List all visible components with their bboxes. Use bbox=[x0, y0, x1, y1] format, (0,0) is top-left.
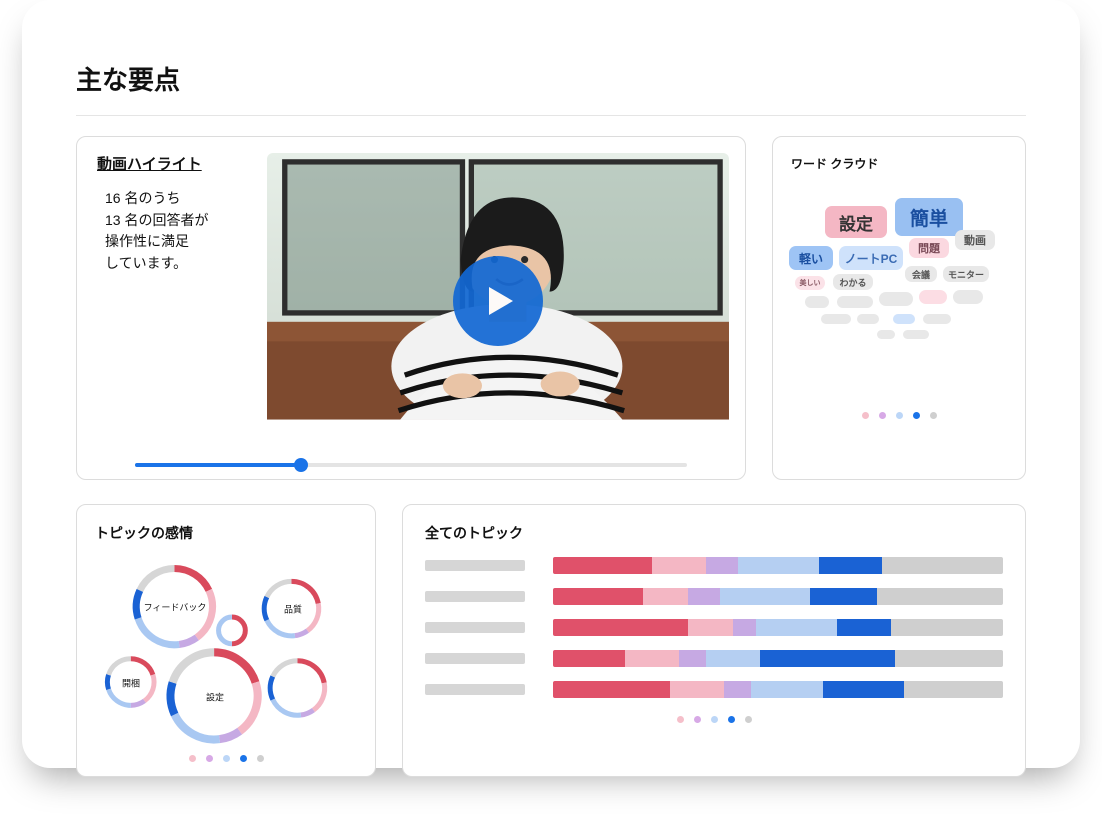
word-cloud-tag[interactable] bbox=[857, 314, 879, 324]
sentiment-bubble-label: 開梱 bbox=[122, 677, 140, 690]
word-cloud-tag[interactable]: モニター bbox=[943, 266, 989, 282]
word-cloud-tag[interactable]: ノートPC bbox=[839, 246, 903, 270]
pager-dot[interactable] bbox=[930, 412, 937, 419]
topic-bar bbox=[553, 681, 1003, 698]
app-window: 主な要点 動画ハイライト 16 名のうち13 名の回答者が操作性に満足しています… bbox=[22, 0, 1080, 768]
page-title: 主な要点 bbox=[76, 60, 1026, 97]
sentiment-pager[interactable] bbox=[95, 755, 357, 762]
word-cloud-tag[interactable]: 会議 bbox=[905, 266, 937, 282]
topic-bar bbox=[553, 650, 1003, 667]
topic-sentiment-card: トピックの感情 フィードバック 品質開梱設定 bbox=[76, 504, 376, 777]
topic-name-placeholder bbox=[425, 684, 525, 695]
word-cloud-tag[interactable]: 軽い bbox=[789, 246, 833, 270]
topic-row bbox=[425, 619, 1003, 636]
word-cloud-tag[interactable] bbox=[879, 292, 913, 306]
pager-dot[interactable] bbox=[257, 755, 264, 762]
topic-row bbox=[425, 588, 1003, 605]
video-highlight-card: 動画ハイライト 16 名のうち13 名の回答者が操作性に満足しています。 bbox=[76, 136, 746, 480]
word-cloud: 設定簡単軽いノートPC 問題動画美しいわかる 会議モニター bbox=[785, 194, 1013, 404]
word-cloud-tag[interactable]: 簡単 bbox=[895, 198, 963, 236]
pager-dot[interactable] bbox=[745, 716, 752, 723]
pager-dot[interactable] bbox=[896, 412, 903, 419]
word-cloud-tag[interactable] bbox=[903, 330, 929, 339]
topic-name-placeholder bbox=[425, 653, 525, 664]
word-cloud-tag[interactable]: 美しい bbox=[795, 276, 825, 290]
video-highlight-summary: 16 名のうち13 名の回答者が操作性に満足しています。 bbox=[97, 188, 267, 275]
word-cloud-pager[interactable] bbox=[785, 412, 1013, 419]
topic-bar bbox=[553, 619, 1003, 636]
pager-dot[interactable] bbox=[913, 412, 920, 419]
topic-name-placeholder bbox=[425, 560, 525, 571]
pager-dot[interactable] bbox=[879, 412, 886, 419]
topic-name-placeholder bbox=[425, 622, 525, 633]
word-cloud-tag[interactable] bbox=[893, 314, 915, 324]
divider bbox=[76, 115, 1026, 116]
pager-dot[interactable] bbox=[223, 755, 230, 762]
all-topics-title: 全てのトピック bbox=[425, 523, 1003, 543]
word-cloud-tag[interactable] bbox=[953, 290, 983, 304]
play-button[interactable] bbox=[453, 256, 543, 346]
all-topics-card: 全てのトピック bbox=[402, 504, 1026, 777]
topic-bar bbox=[553, 557, 1003, 574]
video-progress[interactable] bbox=[135, 463, 687, 467]
word-cloud-tag[interactable] bbox=[821, 314, 851, 324]
topic-bar bbox=[553, 588, 1003, 605]
word-cloud-tag[interactable]: 動画 bbox=[955, 230, 995, 250]
word-cloud-tag[interactable]: 問題 bbox=[909, 238, 949, 258]
pager-dot[interactable] bbox=[206, 755, 213, 762]
word-cloud-tag[interactable] bbox=[919, 290, 947, 304]
pager-dot[interactable] bbox=[728, 716, 735, 723]
word-cloud-tag[interactable]: わかる bbox=[833, 274, 873, 290]
topics-pager[interactable] bbox=[425, 716, 1003, 723]
word-cloud-tag[interactable] bbox=[805, 296, 829, 308]
pager-dot[interactable] bbox=[711, 716, 718, 723]
topic-sentiment-title: トピックの感情 bbox=[95, 523, 357, 543]
word-cloud-title: ワード クラウド bbox=[791, 155, 1013, 172]
sentiment-bubbles: フィードバック 品質開梱設定 bbox=[95, 557, 357, 747]
topic-row bbox=[425, 650, 1003, 667]
video-highlight-title: 動画ハイライト bbox=[97, 153, 267, 174]
pager-dot[interactable] bbox=[240, 755, 247, 762]
sentiment-bubble-label: 品質 bbox=[284, 603, 302, 616]
sentiment-bubble-label: フィードバック bbox=[144, 601, 207, 614]
word-cloud-tag[interactable] bbox=[877, 330, 895, 339]
topic-row bbox=[425, 557, 1003, 574]
pager-dot[interactable] bbox=[694, 716, 701, 723]
pager-dot[interactable] bbox=[862, 412, 869, 419]
video-thumbnail[interactable] bbox=[267, 153, 729, 449]
sentiment-bubble-label: 設定 bbox=[206, 691, 224, 704]
pager-dot[interactable] bbox=[189, 755, 196, 762]
video-progress-handle[interactable] bbox=[294, 458, 308, 472]
word-cloud-tag[interactable]: 設定 bbox=[825, 206, 887, 238]
pager-dot[interactable] bbox=[677, 716, 684, 723]
word-cloud-card: ワード クラウド 設定簡単軽いノートPC 問題動画美しいわかる 会議モニター bbox=[772, 136, 1026, 480]
topic-name-placeholder bbox=[425, 591, 525, 602]
word-cloud-tag[interactable] bbox=[923, 314, 951, 324]
word-cloud-tag[interactable] bbox=[837, 296, 873, 308]
topic-row bbox=[425, 681, 1003, 698]
